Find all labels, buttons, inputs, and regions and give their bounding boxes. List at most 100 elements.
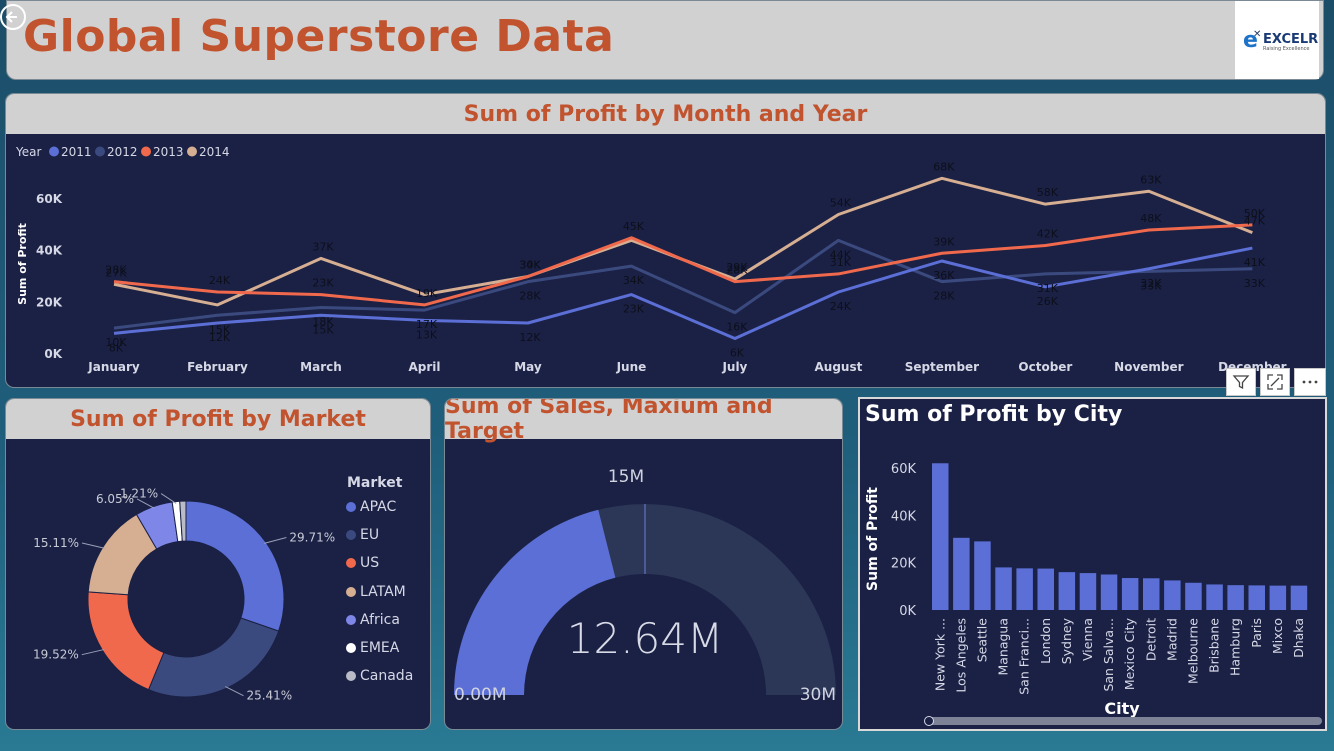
line-series-2014: [113, 176, 1253, 307]
focus-mode-button[interactable]: [1260, 368, 1290, 396]
line-x-tick: January: [87, 360, 140, 374]
donut-plot: 29.71%25.41%19.52%15.11%6.05%1.21%: [33, 487, 335, 703]
page-title: Global Superstore Data: [23, 11, 615, 62]
line-data-label: 29K: [726, 261, 748, 274]
donut-label: 25.41%: [246, 689, 292, 703]
line-data-label: 68K: [933, 160, 955, 173]
line-y-axis-label: Sum of Profit: [16, 223, 29, 305]
donut-leader-line: [225, 686, 244, 697]
line-data-label: 45K: [623, 220, 645, 233]
line-data-label: 12K: [519, 331, 541, 344]
horizontal-scrollbar[interactable]: [924, 716, 1322, 726]
city-x-tick: Managua: [996, 618, 1011, 676]
legend-dot: [346, 671, 356, 682]
market-legend: Market APAC EU US LATAM Africa EMEA Canada: [346, 473, 430, 693]
line-y-tick: 20K: [36, 295, 63, 309]
line-data-label: 48K: [1140, 212, 1162, 225]
city-x-axis-label: City: [1104, 699, 1140, 718]
gauge-fill: [454, 509, 616, 695]
city-bar: [1100, 574, 1118, 610]
city-bar: [1037, 568, 1054, 610]
city-bar: [1227, 585, 1244, 610]
profit-by-month-chart[interactable]: Sum of Profit by Month and Year Year 2011…: [5, 93, 1326, 388]
more-options-button[interactable]: [1294, 368, 1326, 396]
city-y-tick: 60K: [891, 462, 917, 477]
line-x-tick: September: [905, 360, 979, 374]
scrollbar-handle[interactable]: [924, 716, 934, 726]
logo-text: EXCELR: [1263, 32, 1318, 47]
line-x-tick: February: [187, 360, 248, 374]
company-logo: e ✕ EXCELR Raising Excellence: [1235, 1, 1319, 79]
legend-dot-2011: [49, 146, 59, 157]
line-x-tick: May: [514, 360, 542, 374]
city-bar: [1248, 585, 1265, 610]
more-options-icon: [1302, 380, 1318, 384]
profit-by-city-chart[interactable]: Sum of Profit by City Sum of Profit 0K 20K…: [858, 397, 1327, 731]
logo-subtext: Raising Excellence: [1263, 46, 1309, 52]
city-y-tick: 40K: [891, 509, 917, 524]
line-data-label: 23K: [623, 303, 645, 316]
line-y-tick: 0K: [44, 347, 62, 361]
donut-leader-line: [264, 537, 287, 544]
city-x-tick: Detroit: [1143, 618, 1158, 661]
line-data-label: 63K: [1140, 173, 1162, 186]
market-legend-item-africa[interactable]: Africa: [346, 612, 400, 628]
city-x-tick: Paris: [1249, 618, 1264, 648]
gauge-plot: 15M 12.64M 0.00M 30M: [454, 467, 836, 705]
sales-gauge-chart[interactable]: Sum of Sales, Maxium and Target 15M 12.6…: [444, 398, 843, 730]
profit-by-market-chart[interactable]: Sum of Profit by Market 29.71% 25.41% 19.5…: [5, 398, 431, 730]
city-bar: [1290, 585, 1308, 610]
report-header: Global Superstore Data e ✕ EXCELR Raisin…: [6, 0, 1324, 80]
line-data-label: 26K: [1037, 295, 1059, 308]
legend-dot-2014: [187, 146, 197, 157]
line-data-label: 36K: [933, 269, 955, 282]
donut-slice-eu: [147, 617, 280, 698]
filter-button[interactable]: [1226, 368, 1256, 396]
line-legend-title: Year: [15, 145, 41, 159]
city-y-tick: 20K: [891, 557, 917, 572]
market-legend-item-canada[interactable]: Canada: [346, 668, 413, 684]
donut-leader-line: [81, 542, 105, 549]
line-data-label: 15K: [209, 323, 231, 336]
line-data-label: 58K: [1037, 186, 1059, 199]
city-x-tick: Seattle: [974, 618, 989, 663]
legend-dot: [346, 643, 356, 653]
city-x-tick: New York ...: [932, 618, 947, 691]
market-legend-item-apac[interactable]: APAC: [346, 499, 396, 515]
line-data-label: 19K: [416, 287, 438, 300]
legend-dot-2013: [141, 146, 151, 157]
line-data-label: 33K: [1140, 279, 1162, 292]
legend-label-2013: 2013: [153, 145, 184, 159]
city-x-tick: Mexico City: [1122, 617, 1137, 690]
line-data-label: 16K: [726, 321, 748, 334]
market-legend-item-latam[interactable]: LATAM: [346, 584, 406, 600]
line-x-tick: August: [814, 360, 862, 374]
city-bar: [1058, 572, 1076, 610]
city-x-tick: Madrid: [1164, 618, 1179, 661]
line-data-label: 24K: [209, 274, 231, 287]
city-bar: [1185, 582, 1202, 610]
city-bar: [1016, 568, 1033, 610]
line-data-label: 37K: [312, 240, 334, 253]
city-x-tick: Brisbane: [1207, 618, 1222, 673]
city-bar: [1164, 580, 1181, 610]
legend-dot: [346, 530, 356, 541]
market-legend-item-emea[interactable]: EMEA: [346, 640, 399, 656]
line-data-label: 30K: [519, 259, 541, 272]
legend-dot: [346, 558, 356, 569]
legend-dot-2012: [95, 146, 105, 157]
legend-label-2014: 2014: [199, 145, 230, 159]
legend-dot: [346, 614, 356, 625]
legend-label-2011: 2011: [61, 145, 92, 159]
legend-label: Africa: [360, 611, 400, 628]
market-chart-title: Sum of Profit by Market: [70, 406, 366, 432]
line-x-tick: June: [616, 360, 647, 374]
city-bar: [995, 567, 1012, 610]
donut-label: 29.71%: [289, 531, 335, 545]
line-data-label: 18K: [312, 316, 334, 329]
line-data-label: 23K: [312, 277, 334, 290]
market-legend-item-us[interactable]: US: [346, 555, 379, 571]
market-legend-item-eu[interactable]: EU: [346, 527, 379, 543]
back-button[interactable]: [0, 2, 28, 32]
line-data-label: 31K: [830, 256, 852, 269]
